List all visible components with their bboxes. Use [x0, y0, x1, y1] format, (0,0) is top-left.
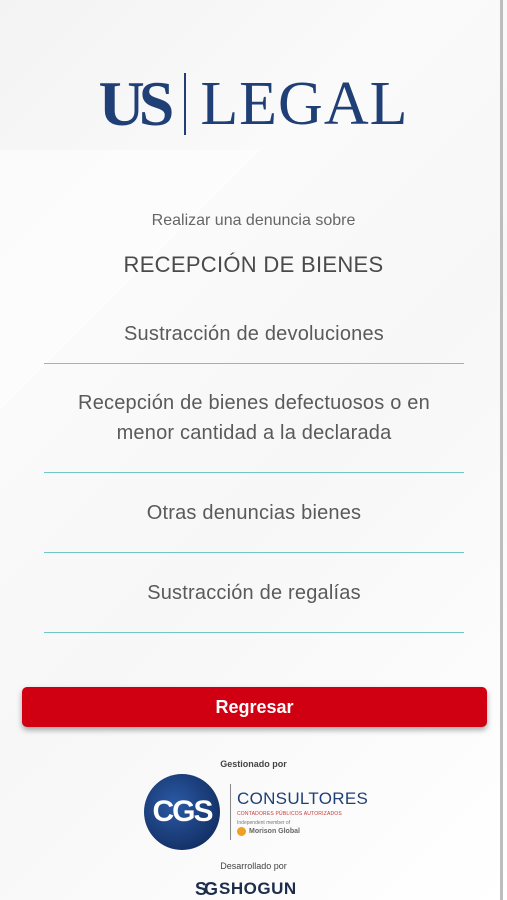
- cgs-mark: CGS: [152, 795, 213, 828]
- page-title: RECEPCIÓN DE BIENES: [123, 252, 384, 277]
- logo-divider: [184, 73, 187, 135]
- logo-legal: LEGAL: [200, 70, 409, 138]
- option-label: Recepción de bienes defectuosos o en men…: [78, 392, 430, 444]
- intro-text: Realizar una denuncia sobre: [151, 212, 356, 229]
- morison-icon: [237, 826, 246, 836]
- option-sustraccion-regalias[interactable]: Sustracción de regalías: [44, 553, 464, 633]
- shogun-name: SHOGUN: [219, 879, 297, 898]
- cgs-consultores-logo: CGS CONSULTORES CONTADORES PÚBLICOS AUTO…: [144, 772, 374, 852]
- developed-by-label: Desarrollado por: [220, 861, 287, 871]
- cgs-divider: [230, 784, 231, 840]
- logo-us: US: [98, 68, 175, 139]
- shogun-mark-icon: SG: [195, 878, 218, 899]
- option-sustraccion-devoluciones[interactable]: Sustracción de devoluciones: [44, 305, 464, 364]
- cgs-globe-icon: CGS: [144, 774, 220, 850]
- shogun-logo: SG SHOGUN: [195, 878, 297, 900]
- cgs-text-block: CONSULTORES CONTADORES PÚBLICOS AUTORIZA…: [237, 789, 368, 836]
- managed-by-label: Gestionado por: [220, 759, 287, 769]
- option-label: Sustracción de devoluciones: [124, 323, 384, 345]
- back-button[interactable]: Regresar: [22, 687, 487, 727]
- morison-global: Morison Global: [237, 826, 368, 836]
- cgs-subtitle: CONTADORES PÚBLICOS AUTORIZADOS: [237, 810, 342, 817]
- option-label: Otras denuncias bienes: [146, 501, 362, 524]
- morison-label: Morison Global: [249, 827, 300, 835]
- option-label: Sustracción de regalías: [147, 581, 361, 604]
- us-legal-logo: US LEGAL: [0, 68, 507, 139]
- report-options-list: Sustracción de devoluciones Recepción de…: [44, 305, 464, 633]
- option-recepcion-bienes-defectuosos[interactable]: Recepción de bienes defectuosos o en men…: [44, 364, 464, 473]
- cgs-name: CONSULTORES: [237, 788, 369, 808]
- option-otras-denuncias-bienes[interactable]: Otras denuncias bienes: [44, 473, 464, 553]
- cgs-member-note: Independent member of: [237, 819, 291, 826]
